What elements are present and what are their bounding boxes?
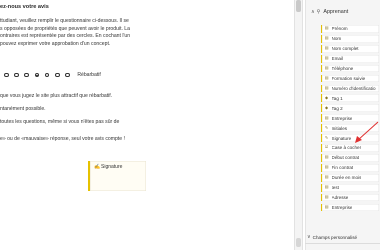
rating-radio[interactable] [54, 72, 60, 78]
field-item-prenom[interactable]: ▤ Prénom [321, 25, 379, 33]
text-icon: ▤ [324, 195, 329, 200]
tag-icon: ◆ [325, 105, 328, 110]
pen-icon: ✎ [324, 125, 329, 130]
scrollbar-thumb[interactable] [296, 0, 301, 12]
text-icon: ▤ [324, 185, 329, 190]
field-item-nom[interactable]: ▤ Nom [321, 34, 379, 43]
text-icon: ▤ [324, 46, 329, 51]
intro-line: ttudiant, veuillez remplir le questionna… [0, 18, 129, 24]
document-page: ez-nous votre avis ttudiant, veuillez re… [0, 0, 168, 250]
field-item-adresse[interactable]: ▤ Adresse [321, 193, 379, 202]
text-icon: ▤ [324, 76, 329, 80]
chevron-up-icon: ∧ [311, 9, 315, 15]
field-item-telephone[interactable]: ▤ Téléphone [321, 64, 379, 73]
scale-label: Rébarbatif [77, 72, 101, 78]
text-icon: ▤ [324, 66, 329, 71]
tag-icon: ◆ [325, 95, 328, 100]
field-item-debut-contrat[interactable]: ▤ Début contrat [321, 153, 379, 162]
form-intro: ttudiant, veuillez remplir le questionna… [0, 18, 168, 48]
field-item-nom-complet[interactable]: ▤ Nom complet [321, 44, 379, 53]
field-item-email[interactable]: ▤ Email [321, 54, 379, 63]
rating-scale: Rébarbatif [0, 70, 101, 80]
field-list: ▤ Prénom ▤ Nom ▤ Nom complet ▤ Email ▤ Téléph… [321, 25, 379, 214]
instruction-line: e» ou de «mauvaise» réponse, seul votre … [0, 136, 125, 142]
field-item-fin-contrat[interactable]: ▤ Fin contrat [321, 163, 379, 172]
field-item-entreprise[interactable]: ▤ Entreprise [321, 114, 379, 123]
instruction-line: toutes les questions, même si vous n'ête… [0, 119, 120, 125]
field-item-duree[interactable]: ▤ Durée en mois [321, 173, 379, 182]
text-icon: ▤ [324, 56, 329, 61]
panel-title: Apprenant [323, 9, 349, 15]
text-icon: ▤ [324, 204, 329, 209]
pen-icon: ✎ [324, 135, 329, 140]
checkbox-icon: ☑ [324, 145, 329, 150]
intro-line: ontraires est représentée par des cercle… [0, 33, 131, 40]
person-icon: ⚲ [316, 9, 321, 15]
text-icon: ▤ [324, 36, 329, 41]
text-icon: ▤ [324, 175, 329, 180]
field-item-test[interactable]: ▤ test [321, 183, 379, 192]
field-item-initiales[interactable]: ✎ Initiales [321, 124, 379, 133]
text-icon: ▤ [324, 85, 329, 90]
custom-fields-toggle[interactable]: ∨ Champs personnalisé [307, 233, 357, 241]
instruction-line: ntanément possible. [0, 106, 46, 112]
field-item-case-a-cocher[interactable]: ☑ Case à cocher [321, 144, 379, 152]
field-item-signature[interactable]: ✎ Signature [321, 134, 379, 142]
vertical-scrollbar[interactable] [294, 0, 303, 250]
text-icon: ▤ [324, 115, 329, 120]
field-item-formation[interactable]: ▤ Formation suivie [321, 74, 379, 83]
rating-radio[interactable] [24, 72, 29, 78]
instruction-line: que vous jugez le site plus attractif qu… [0, 93, 113, 99]
signature-field-label: Signature [101, 164, 123, 170]
chevron-down-icon: ∨ [307, 234, 311, 240]
divider [305, 243, 380, 244]
field-item-tag-2[interactable]: ◆ Tag 2 [321, 104, 379, 113]
panel-section-header[interactable]: ∧ ⚲ Apprenant [311, 8, 348, 16]
field-item-tag-1[interactable]: ◆ Tag 1 [321, 94, 379, 103]
form-title: ez-nous votre avis [0, 4, 49, 10]
text-icon: ▤ [324, 155, 329, 160]
rating-radio[interactable] [14, 72, 19, 78]
text-icon: ▤ [324, 165, 329, 170]
signature-field-placeholder[interactable]: ✍ Signature [88, 161, 146, 191]
rating-radio[interactable] [34, 72, 40, 78]
custom-fields-label: Champs personnalisé [312, 234, 358, 240]
pen-icon: ✍ [94, 164, 101, 170]
rating-radio[interactable] [65, 72, 70, 78]
scrollbar-thumb-bottom[interactable] [296, 238, 301, 247]
intro-line: pouvez exprimer votre approbation d'un c… [0, 40, 111, 47]
rating-radio[interactable] [4, 72, 9, 78]
field-item-numero-identification[interactable]: ▤ Numéro d'identificatio [321, 84, 379, 93]
intro-line: s opposées de propriétés que peuvent avo… [0, 25, 130, 32]
text-icon: ▤ [324, 26, 329, 31]
rating-radio[interactable] [44, 72, 50, 78]
field-item-entreprise-2[interactable]: ▤ Entreprise [321, 203, 379, 212]
